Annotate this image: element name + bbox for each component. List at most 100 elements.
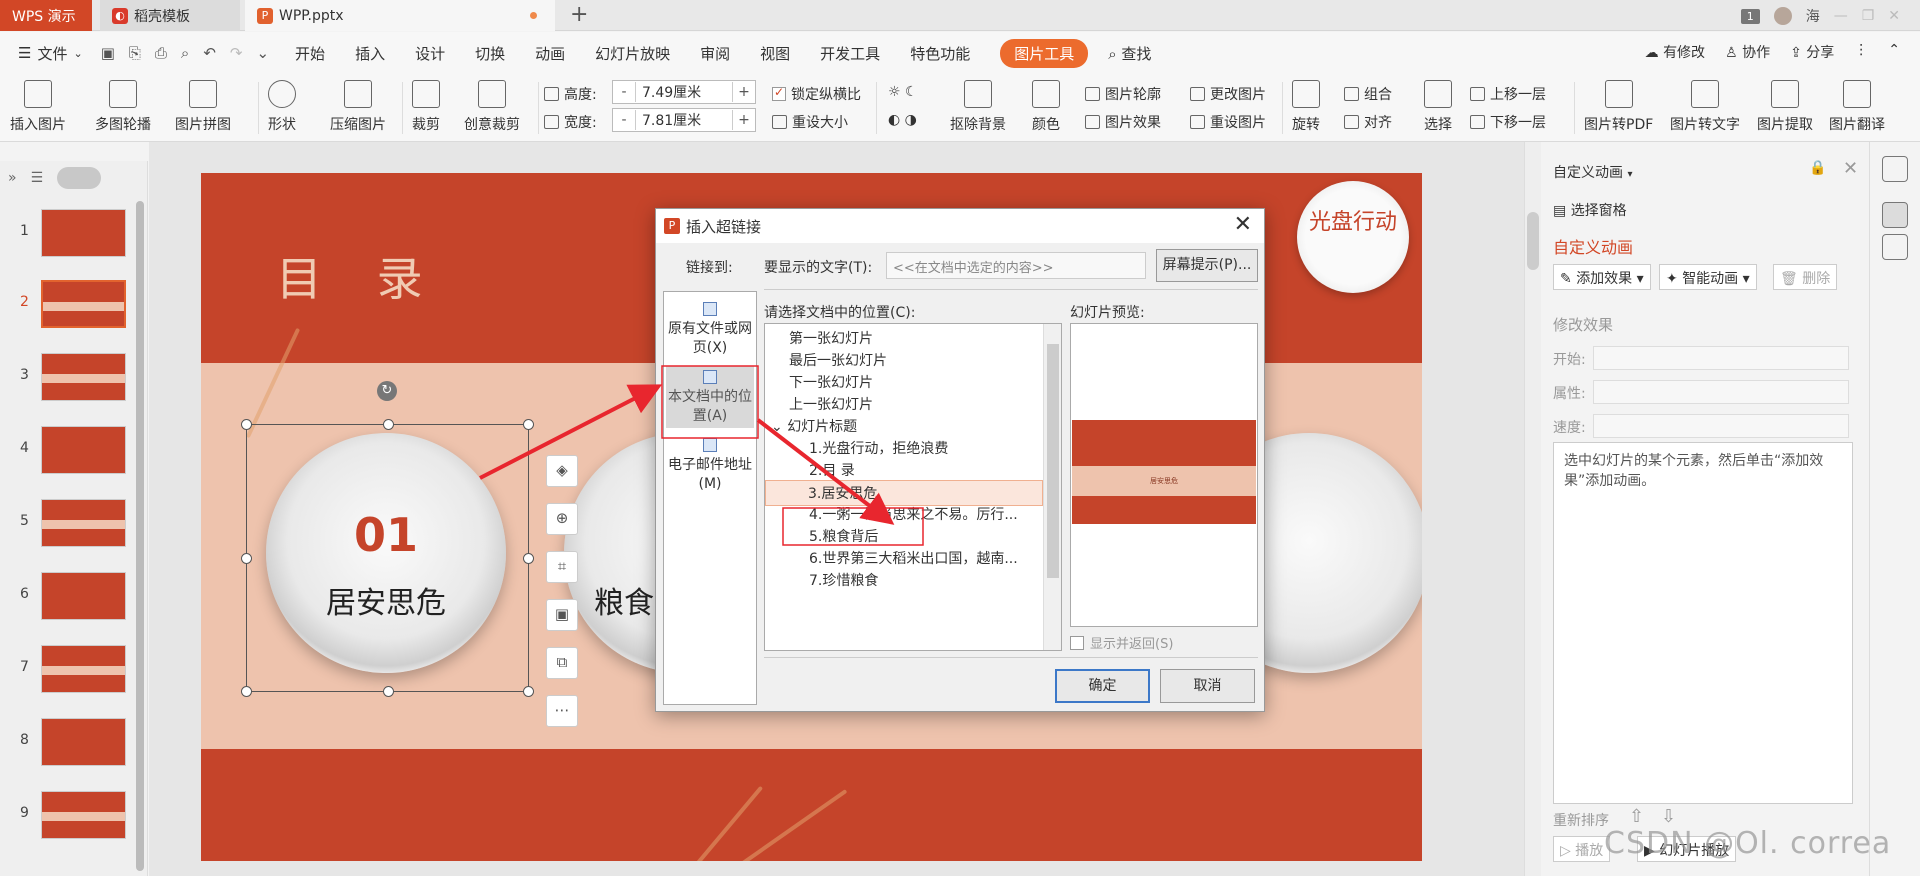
- insert-picture-button[interactable]: 插入图片: [10, 80, 66, 134]
- thumbnail-scrollbar[interactable]: [136, 201, 144, 871]
- change-picture-button[interactable]: 更改图片: [1190, 84, 1266, 104]
- resize-handle[interactable]: [241, 419, 252, 430]
- extract-button[interactable]: 图片提取: [1757, 80, 1813, 134]
- send-backward-button[interactable]: 下移一层: [1470, 112, 1546, 132]
- crop-icon[interactable]: ⌗: [546, 551, 578, 583]
- collaborate-button[interactable]: ♙ 协作: [1725, 42, 1770, 62]
- slide-thumb-9[interactable]: 9: [0, 791, 148, 851]
- zoom-in-icon[interactable]: ⊕: [546, 503, 578, 535]
- picture-collage-button[interactable]: 图片拼图: [175, 80, 231, 134]
- menu-animation[interactable]: 动画: [535, 43, 565, 64]
- email-option[interactable]: 电子邮件地址(M): [666, 438, 754, 496]
- cancel-button[interactable]: 取消: [1160, 669, 1255, 703]
- multi-carousel-button[interactable]: 多图轮播: [95, 80, 151, 134]
- selection-box[interactable]: [241, 419, 534, 697]
- tab-wps-app[interactable]: WPS 演示: [0, 0, 92, 31]
- bring-forward-button[interactable]: 上移一层: [1470, 84, 1546, 104]
- crop-button[interactable]: 裁剪: [412, 80, 440, 134]
- export-icon[interactable]: ⎘: [129, 44, 141, 62]
- show-return-checkbox[interactable]: 显示并返回(S): [1070, 633, 1173, 652]
- height-spinner[interactable]: -7.49厘米 +: [612, 80, 756, 104]
- translate-button[interactable]: 图片翻译: [1829, 80, 1885, 134]
- slogan-badge[interactable]: 光盘行动: [1297, 181, 1409, 293]
- lock-ratio-check[interactable]: [772, 85, 786, 101]
- slide-thumbnail[interactable]: [41, 645, 126, 693]
- resize-handle[interactable]: [241, 553, 252, 564]
- menu-search[interactable]: ⌕ 查找: [1108, 43, 1151, 64]
- outline-button[interactable]: 图片轮廓: [1085, 84, 1161, 104]
- close-icon[interactable]: ✕: [1234, 212, 1252, 237]
- collapse-ribbon-icon[interactable]: ⌃: [1888, 42, 1900, 62]
- slide-thumb-1[interactable]: 1: [0, 209, 148, 269]
- move-down-icon[interactable]: ⇩: [1661, 806, 1676, 827]
- slide-thumbnail[interactable]: [41, 353, 126, 401]
- slide-thumbnail[interactable]: [41, 572, 126, 620]
- frame-icon[interactable]: ▣: [546, 599, 578, 631]
- this-document-option[interactable]: 本文档中的位置(A): [666, 366, 754, 428]
- redo-icon[interactable]: ↷: [230, 44, 243, 62]
- menu-insert[interactable]: 插入: [355, 43, 385, 64]
- tab-document[interactable]: P WPP.pptx: [245, 0, 555, 31]
- slide-thumb-5[interactable]: 5: [0, 499, 148, 559]
- slide-thumb-3[interactable]: 3: [0, 353, 148, 413]
- width-spinner[interactable]: -7.81厘米 +: [612, 108, 756, 132]
- shape-button[interactable]: 形状: [268, 80, 296, 134]
- resize-handle[interactable]: [383, 686, 394, 697]
- brightness-up-icon[interactable]: ☼ ☾: [888, 84, 918, 100]
- customize-icon[interactable]: ⌄: [256, 44, 269, 62]
- expand-icon[interactable]: »: [8, 170, 17, 186]
- reset-picture-button[interactable]: 重设图片: [1190, 112, 1266, 132]
- move-up-icon[interactable]: ⇧: [1629, 806, 1644, 827]
- share-button[interactable]: ⇪ 分享: [1790, 42, 1834, 62]
- save-icon[interactable]: ▣: [101, 44, 115, 62]
- effects-button[interactable]: 图片效果: [1085, 112, 1161, 132]
- canvas-scrollbar[interactable]: [1525, 142, 1541, 876]
- start-select[interactable]: [1593, 346, 1849, 370]
- to-text-button[interactable]: 图片转文字: [1670, 80, 1740, 134]
- more-icon[interactable]: ⋮: [1854, 42, 1868, 62]
- selection-pane-link[interactable]: ▤ 选择窗格: [1553, 200, 1627, 220]
- slide-thumb-2[interactable]: 2: [0, 280, 148, 340]
- show-return-check[interactable]: [1070, 635, 1084, 650]
- select-button[interactable]: 选择: [1424, 80, 1452, 134]
- slide-thumbnail[interactable]: [41, 718, 126, 766]
- slide-thumbnail[interactable]: [41, 280, 126, 328]
- menu-design[interactable]: 设计: [415, 43, 445, 64]
- image-tool-icon[interactable]: ⧉: [546, 647, 578, 679]
- close-window-icon[interactable]: ✕: [1888, 8, 1900, 24]
- height-value[interactable]: 7.49厘米: [635, 82, 733, 102]
- avatar[interactable]: [1773, 7, 1792, 25]
- menu-developer[interactable]: 开发工具: [820, 43, 880, 64]
- smart-animation-button[interactable]: ✦ 智能动画 ▾: [1659, 264, 1757, 290]
- slide-thumbnail[interactable]: [41, 791, 126, 839]
- minimize-icon[interactable]: —: [1834, 8, 1848, 24]
- tree-item[interactable]: 7.珍惜粮食: [765, 568, 1043, 594]
- lock-icon[interactable]: 🔒: [1809, 160, 1826, 176]
- width-decrease[interactable]: -: [613, 112, 635, 128]
- menu-review[interactable]: 审阅: [700, 43, 730, 64]
- resize-handle[interactable]: [241, 686, 252, 697]
- canvas-scroll-thumb[interactable]: [1527, 212, 1539, 270]
- speed-select[interactable]: [1593, 414, 1849, 438]
- resize-handle[interactable]: [523, 419, 534, 430]
- menu-file[interactable]: ☰ 文件 ⌄: [18, 43, 83, 64]
- print-preview-icon[interactable]: ⌕: [181, 44, 189, 62]
- close-panel-icon[interactable]: ✕: [1843, 158, 1858, 179]
- slide-title[interactable]: 目 录: [276, 243, 443, 309]
- animation-icon[interactable]: [1882, 202, 1908, 228]
- width-value[interactable]: 7.81厘米: [635, 110, 733, 130]
- width-increase[interactable]: +: [733, 112, 755, 128]
- clipboard-icon[interactable]: [1882, 234, 1908, 260]
- slide-thumb-7[interactable]: 7: [0, 645, 148, 705]
- contrast-icon[interactable]: ◐ ◑: [888, 112, 917, 128]
- align-button[interactable]: 对齐: [1344, 112, 1392, 132]
- menu-features[interactable]: 特色功能: [910, 43, 970, 64]
- slide-thumb-6[interactable]: 6: [0, 572, 148, 632]
- ok-button[interactable]: 确定: [1055, 669, 1150, 703]
- add-effect-button[interactable]: ✎ 添加效果 ▾: [1553, 264, 1651, 290]
- slide-thumbnail[interactable]: [41, 426, 126, 474]
- screen-tip-button[interactable]: 屏幕提示(P)...: [1156, 249, 1258, 282]
- tree-scrollbar[interactable]: [1043, 324, 1061, 650]
- resize-handle[interactable]: [523, 553, 534, 564]
- existing-file-option[interactable]: 原有文件或网页(X): [666, 302, 754, 360]
